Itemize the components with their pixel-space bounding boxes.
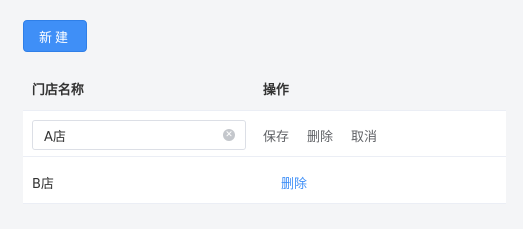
clear-icon[interactable]: ✕: [223, 129, 235, 141]
delete-link[interactable]: 删除: [281, 173, 307, 192]
store-table: A店 ✕ 保存 删除 取消 B店 删除: [23, 110, 506, 204]
delete-link[interactable]: 删除: [307, 126, 333, 145]
store-name-cell: B店: [32, 177, 54, 192]
cancel-link[interactable]: 取消: [351, 126, 377, 145]
new-button-label: 新建: [38, 30, 71, 46]
table-row: A店 ✕ 保存 删除 取消: [23, 110, 506, 157]
new-button[interactable]: 新建: [23, 20, 87, 52]
store-name-input[interactable]: A店 ✕: [32, 120, 246, 150]
store-name-input-value: A店: [44, 129, 66, 145]
column-header-actions: 操作: [263, 83, 290, 98]
table-row: B店 删除: [23, 157, 506, 204]
save-link[interactable]: 保存: [263, 126, 289, 145]
column-header-store-name: 门店名称: [32, 83, 85, 98]
table-header: 门店名称 操作: [23, 70, 505, 108]
store-list-panel: 新建 门店名称 操作 A店 ✕ 保存 删除 取消 B店 删除: [0, 0, 523, 229]
